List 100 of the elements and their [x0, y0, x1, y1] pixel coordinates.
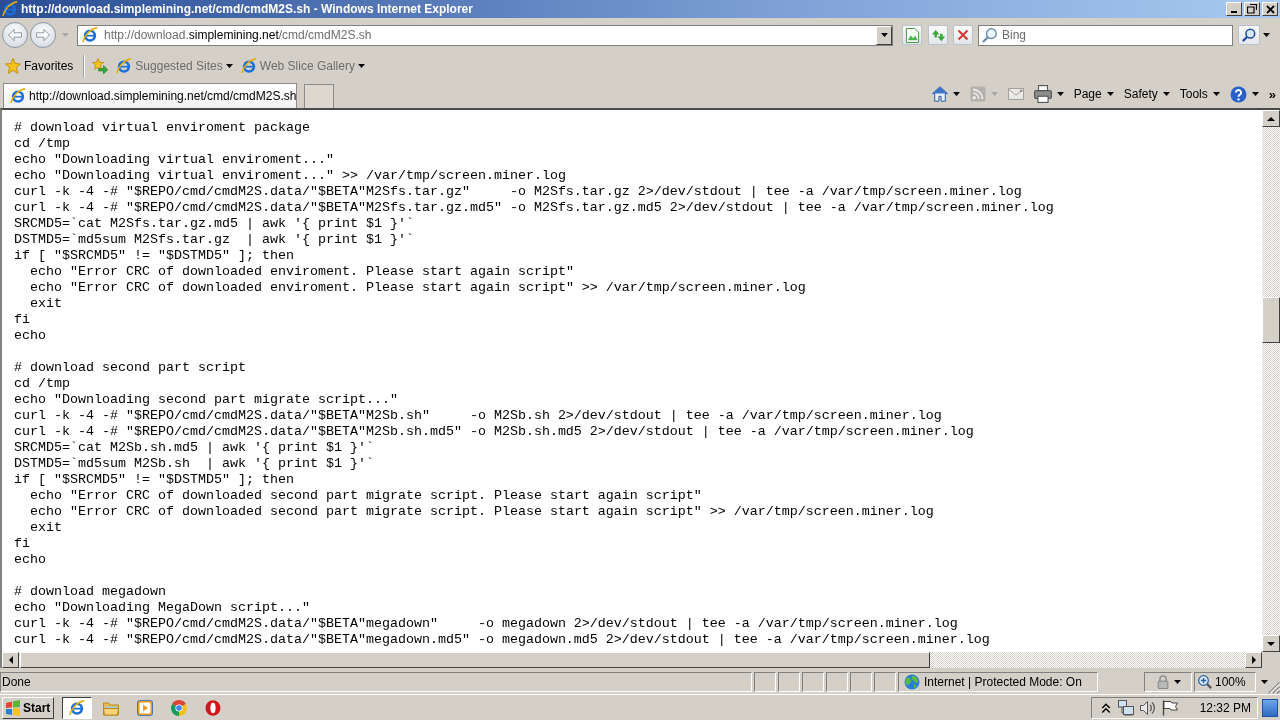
status-pane — [778, 672, 800, 692]
scroll-left-button[interactable] — [2, 652, 19, 668]
search-icon — [982, 27, 997, 43]
help-icon[interactable] — [1229, 85, 1247, 103]
window-title: http://download.simplemining.net/cmd/cmdM2S.sh - Windows Internet Explorer — [21, 2, 474, 16]
flag-icon[interactable] — [1161, 699, 1178, 716]
left-arrow-icon — [8, 28, 22, 42]
horizontal-scrollbar[interactable] — [19, 652, 1245, 668]
speaker-icon[interactable] — [1139, 699, 1156, 716]
scrollbar-thumb[interactable] — [1262, 297, 1280, 343]
code-line: SRCMD5=`cat M2Sfs.tar.gz.md5 | awk '{ print $1 }'` — [14, 216, 414, 232]
scroll-down-button[interactable] — [1262, 635, 1280, 652]
left-arrow-icon — [8, 656, 13, 664]
status-pane — [874, 672, 896, 692]
restore-button[interactable] — [1244, 2, 1260, 16]
vertical-scrollbar[interactable] — [1262, 127, 1280, 635]
printer-icon[interactable] — [1033, 85, 1052, 103]
right-arrow-icon — [36, 28, 50, 42]
down-arrow-icon — [1267, 641, 1275, 646]
code-line: DSTMD5=`md5sum M2Sb.sh | awk '{ print $1 }'` — [14, 456, 374, 472]
zoom-icon — [1198, 675, 1212, 689]
compatibility-button[interactable] — [902, 25, 922, 45]
search-icon — [1242, 28, 1256, 42]
code-line: echo "Error CRC of downloaded enviroment. Please start again script" >> /var/tmp/screen.miner.log — [30, 280, 806, 296]
stop-button[interactable] — [953, 25, 973, 45]
caret-icon[interactable] — [1106, 92, 1114, 96]
e-logo-icon — [10, 88, 26, 104]
close-icon — [1265, 4, 1275, 14]
caret-icon[interactable] — [1251, 92, 1259, 96]
code-line: cd /tmp — [14, 136, 70, 152]
caret-icon[interactable] — [880, 33, 888, 37]
scroll-right-button[interactable] — [1245, 652, 1262, 668]
caret-icon[interactable] — [1260, 680, 1268, 684]
refresh-button[interactable] — [928, 25, 948, 45]
right-arrow-icon — [1251, 656, 1256, 664]
status-pane — [850, 672, 872, 692]
caret-icon[interactable] — [1263, 33, 1270, 37]
refresh-icon — [930, 27, 946, 43]
code-line: exit — [30, 296, 62, 312]
code-line: echo — [14, 552, 46, 568]
overflow-button[interactable]: » — [1268, 83, 1276, 105]
e-logo-icon — [82, 27, 98, 43]
caret-icon[interactable] — [1056, 92, 1064, 96]
minimize-button[interactable] — [1226, 2, 1242, 16]
e-logo-icon — [69, 699, 85, 716]
up-arrow-icon — [1267, 116, 1275, 121]
code-line: echo "Error CRC of downloaded second part migrate script. Please start again script" >> /var/tmp/screen.miner.log — [30, 504, 934, 520]
code-line: SRCMD5=`cat M2Sb.sh.md5 | awk '{ print $1 }'` — [14, 440, 374, 456]
code-line: echo — [14, 328, 46, 344]
scroll-up-button[interactable] — [1262, 110, 1280, 127]
status-pane — [802, 672, 824, 692]
code-line: curl -k -4 -# "$REPO/cmd/cmdM2S.data/"$BETA"M2Sb.sh.md5" -o M2Sb.sh.md5 2>/dev/stdout | tee -a /var/tmp/screen.miner.log — [14, 424, 974, 440]
status-pane — [826, 672, 848, 692]
resize-grip-icon[interactable] — [1268, 682, 1280, 694]
caret-icon[interactable] — [1173, 680, 1181, 684]
menu-button[interactable]: Tools — [1179, 83, 1220, 105]
code-line: # download megadown — [14, 584, 166, 600]
search-field[interactable]: Bing — [978, 24, 1233, 46]
code-line: # download second part script — [14, 360, 246, 376]
code-line: curl -k -4 -# "$REPO/cmd/cmdM2S.data/"$BETA"M2Sfs.tar.gz.md5" -o M2Sfs.tar.gz.md5 2>/dev/stdout | tee -a /var/tmp/screen.miner.log — [14, 200, 1054, 216]
show-desktop-button[interactable] — [1262, 698, 1278, 717]
zone-text: Internet | Protected Mode: On — [924, 675, 1082, 689]
code-line: curl -k -4 -# "$REPO/cmd/cmdM2S.data/"$BETA"megadown.md5" -o megadown.md5 2>/dev/stdout | tee -a /var/tmp/screen.miner.log — [14, 632, 990, 648]
e-logo-icon — [116, 58, 133, 74]
search-button[interactable] — [1238, 25, 1260, 45]
scrollbar-thumb[interactable] — [20, 652, 930, 668]
favorites-button[interactable]: Favorites — [3, 55, 76, 77]
menu-button[interactable]: Page — [1073, 83, 1114, 105]
forward-button[interactable] — [30, 22, 56, 48]
status-text: Done — [2, 675, 31, 689]
network-icon[interactable] — [1117, 699, 1134, 716]
code-line: if [ "$SRCMD5" != "$DSTMD5" ]; then — [14, 248, 294, 264]
browser-tab[interactable]: http://download.simplemining.net/cmd/cmdM2S.sh — [3, 83, 297, 108]
code-line: curl -k -4 -# "$REPO/cmd/cmdM2S.data/"$BETA"M2Sfs.tar.gz" -o M2Sfs.tar.gz 2>/dev/stdout | tee -a /var/tmp/screen.miner.log — [14, 184, 1022, 200]
code-line: fi — [14, 312, 30, 328]
chevron-up-icon[interactable] — [1099, 701, 1112, 714]
add-favorite-icon[interactable] — [92, 58, 109, 74]
x-icon — [957, 29, 969, 41]
home-icon[interactable] — [931, 86, 948, 102]
code-line: curl -k -4 -# "$REPO/cmd/cmdM2S.data/"$BETA"megadown" -o megadown 2>/dev/stdout | tee -a /var/tmp/screen.miner.log — [14, 616, 958, 632]
start-button[interactable]: Start — [2, 696, 54, 719]
close-button[interactable] — [1262, 2, 1278, 16]
ring-icon — [205, 699, 221, 716]
caret-icon[interactable] — [1162, 92, 1170, 96]
star-icon — [5, 58, 21, 74]
address-field[interactable]: http://download.simplemining.net/cmd/cmdM2S.sh — [77, 24, 893, 46]
code-line: curl -k -4 -# "$REPO/cmd/cmdM2S.data/"$BETA"M2Sb.sh" -o M2Sb.sh 2>/dev/stdout | tee -a /var/tmp/screen.miner.log — [14, 408, 942, 424]
taskbar-button[interactable] — [62, 696, 92, 719]
menu-button[interactable]: Safety — [1123, 83, 1170, 105]
caret-icon[interactable] — [952, 92, 960, 96]
e-logo-icon — [2, 1, 18, 17]
caret-icon[interactable] — [1212, 92, 1220, 96]
play-icon — [137, 699, 153, 716]
restore-icon — [1247, 4, 1257, 14]
zoom-button[interactable]: 100% — [1198, 675, 1268, 689]
globe-icon — [904, 674, 920, 690]
dropdown-button[interactable] — [876, 25, 892, 45]
back-button[interactable] — [2, 22, 28, 48]
code-line: echo "Downloading virtual enviroment..." >> /var/tmp/screen.miner.log — [14, 168, 566, 184]
code-line: echo "Error CRC of downloaded enviroment. Please start again script" — [30, 264, 574, 280]
